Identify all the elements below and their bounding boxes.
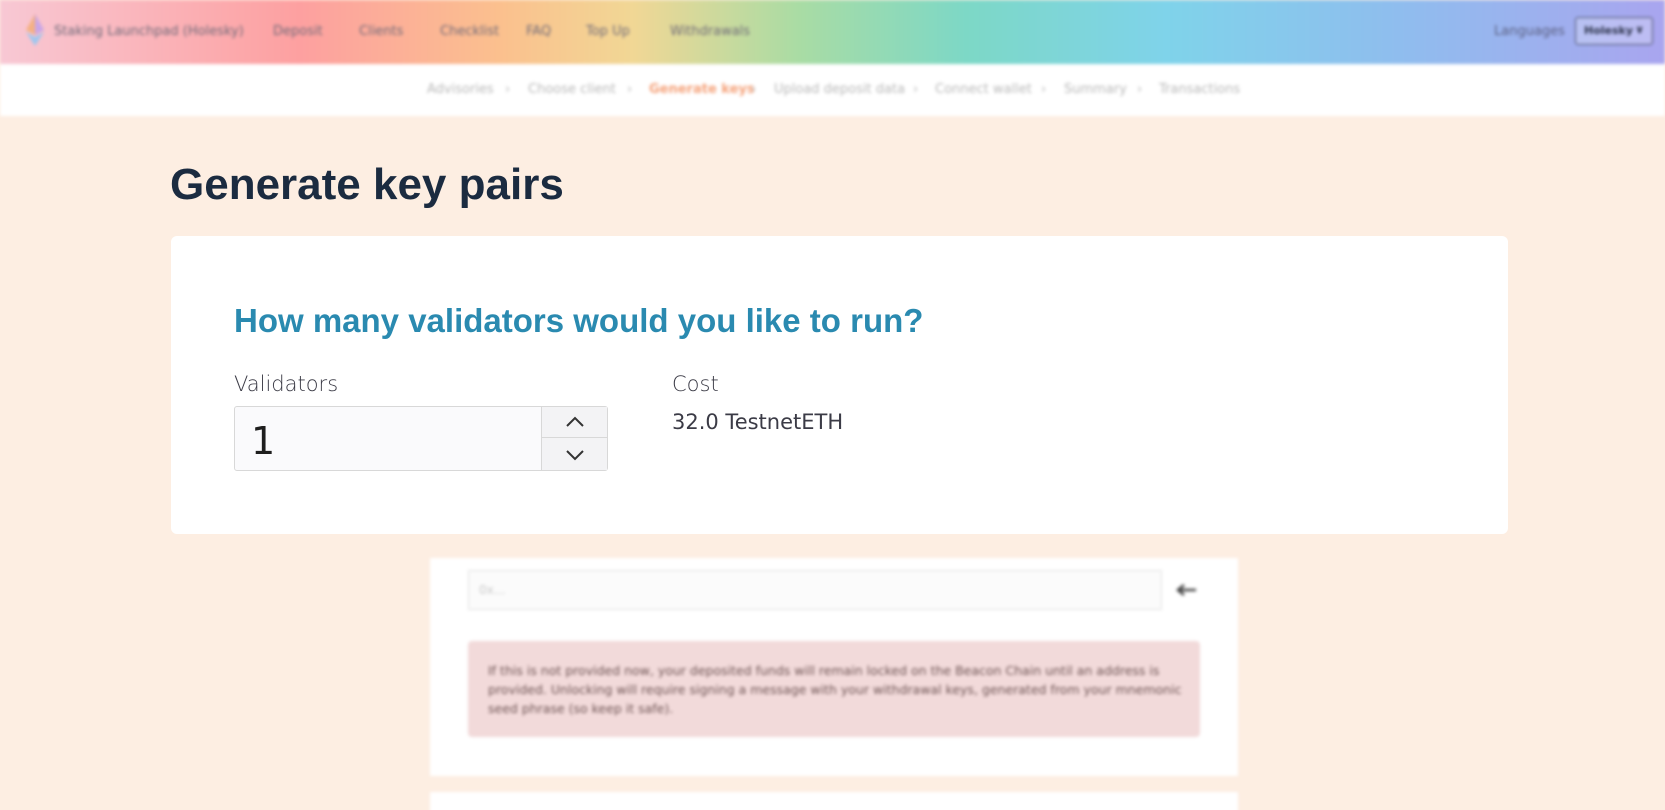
validators-label: Validators: [234, 372, 339, 396]
withdrawal-address-placeholder: 0x...: [479, 583, 506, 597]
nav-withdrawals[interactable]: Withdrawals: [670, 24, 750, 39]
arrow-left-icon[interactable]: [1175, 580, 1197, 600]
cost-label: Cost: [672, 372, 719, 396]
increment-button[interactable]: [542, 407, 608, 438]
chevron-right-icon: ›: [1041, 82, 1047, 97]
network-select-value: Holesky: [1584, 24, 1634, 37]
stepper-buttons: [541, 407, 608, 470]
network-select[interactable]: Holesky ∨: [1575, 17, 1653, 45]
ethereum-logo-icon[interactable]: [26, 14, 44, 46]
nav-clients[interactable]: Clients: [359, 24, 403, 39]
languages-link[interactable]: Languages: [1494, 24, 1565, 39]
step-generate-keys: Generate keys: [649, 82, 755, 97]
step-summary: Summary: [1064, 82, 1127, 97]
chevron-down-icon: ∨: [1635, 23, 1644, 36]
step-advisories: Advisories: [427, 82, 494, 97]
withdrawal-address-input[interactable]: 0x...: [468, 570, 1162, 610]
nav-top-up[interactable]: Top Up: [586, 24, 630, 39]
validators-stepper[interactable]: 1: [234, 406, 608, 471]
step-connect-wallet: Connect wallet: [935, 82, 1032, 97]
chevron-right-icon: ›: [627, 82, 633, 97]
brand-title[interactable]: Staking Launchpad (Holesky): [54, 24, 244, 39]
decrement-button[interactable]: [542, 439, 608, 470]
cost-value: 32.0 TestnetETH: [672, 410, 844, 434]
nav-deposit[interactable]: Deposit: [273, 24, 323, 39]
page: Staking Launchpad (Holesky) Deposit Clie…: [0, 0, 1665, 810]
validators-input[interactable]: 1: [251, 419, 275, 463]
nav-checklist[interactable]: Checklist: [440, 24, 499, 39]
next-card: [430, 792, 1238, 810]
page-title: Generate key pairs: [170, 160, 564, 209]
chevron-right-icon: ›: [751, 82, 757, 97]
step-upload-deposit-data: Upload deposit data: [774, 82, 906, 97]
top-navbar: Staking Launchpad (Holesky) Deposit Clie…: [0, 0, 1665, 64]
chevron-right-icon: ›: [913, 82, 919, 97]
withdrawal-warning: If this is not provided now, your deposi…: [468, 641, 1200, 737]
chevron-right-icon: ›: [505, 82, 511, 97]
validator-count-card: [171, 236, 1508, 534]
chevron-up-icon: [566, 416, 584, 427]
step-choose-client: Choose client: [528, 82, 616, 97]
step-transactions: Transactions: [1159, 82, 1241, 97]
chevron-right-icon: ›: [1137, 82, 1143, 97]
chevron-down-icon: [566, 449, 584, 460]
validator-question: How many validators would you like to ru…: [234, 302, 924, 339]
nav-faq[interactable]: FAQ: [526, 24, 551, 39]
